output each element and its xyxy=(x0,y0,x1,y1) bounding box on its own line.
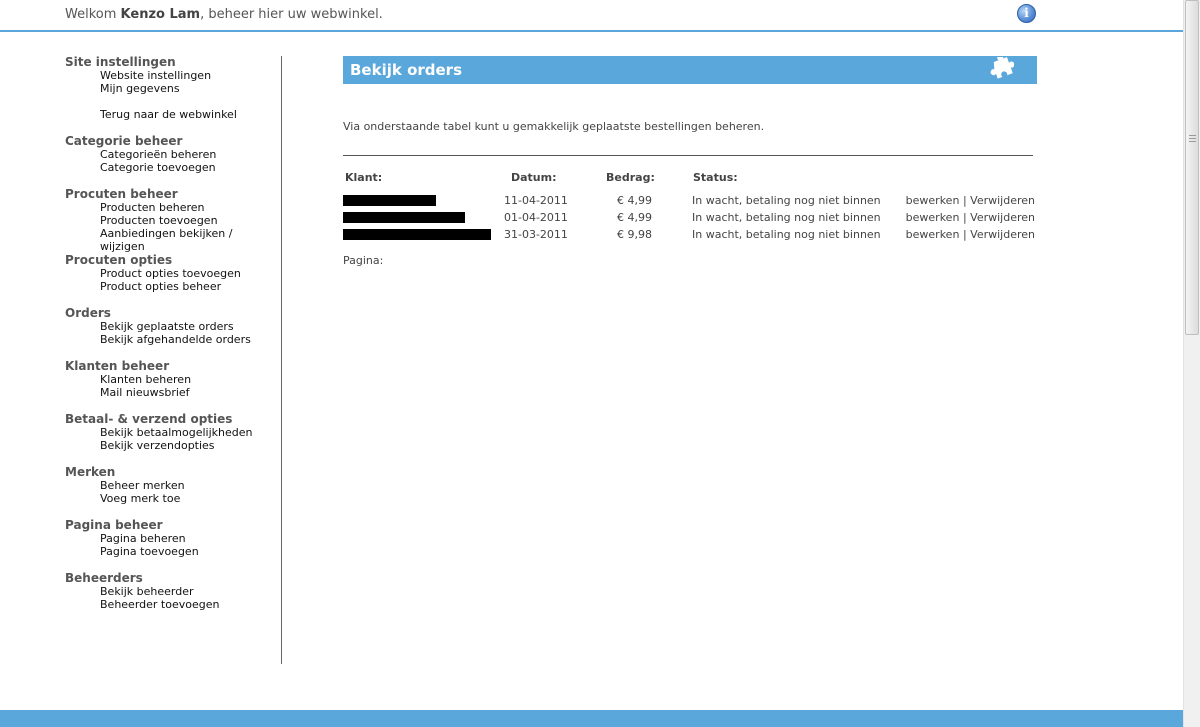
sidebar-item-manage-products[interactable]: Producten beheren xyxy=(65,201,280,214)
column-header-amount: Bedrag: xyxy=(606,171,655,184)
redacted-client-name xyxy=(343,195,436,206)
footer-bar xyxy=(0,710,1183,727)
scrollbar-grip-icon xyxy=(1189,135,1196,143)
sidebar-item-add-page[interactable]: Pagina toevoegen xyxy=(65,545,280,558)
edit-link[interactable]: bewerken xyxy=(906,228,960,241)
puzzle-icon xyxy=(990,57,1014,79)
column-header-client: Klant: xyxy=(345,171,383,184)
sidebar-nav: Site instellingen Website instellingen M… xyxy=(65,56,280,625)
sidebar-item-add-category[interactable]: Categorie toevoegen xyxy=(65,161,280,174)
sidebar-item-manage-product-options[interactable]: Product opties beheer xyxy=(65,280,280,293)
sidebar-section-pages: Pagina beheer Pagina beheren Pagina toev… xyxy=(65,518,280,559)
sidebar-item-view-admins[interactable]: Bekijk beheerder xyxy=(65,585,280,598)
table-row: 11-04-2011 € 4,99 In wacht, betaling nog… xyxy=(343,193,1037,209)
sidebar-section-brands: Merken Beheer merken Voeg merk toe xyxy=(65,465,280,506)
sidebar-item-shipping-options[interactable]: Bekijk verzendopties xyxy=(65,439,280,452)
sidebar-item-add-admin[interactable]: Beheerder toevoegen xyxy=(65,598,280,611)
order-date: 31-03-2011 xyxy=(504,228,568,241)
admin-page: Welkom Kenzo Lam, beheer hier uw webwink… xyxy=(0,0,1200,727)
sidebar-heading: Betaal- & verzend opties xyxy=(65,412,233,426)
sidebar-item-back-to-shop[interactable]: Terug naar de webwinkel xyxy=(65,108,280,121)
order-status: In wacht, betaling nog niet binnen xyxy=(692,194,881,207)
welcome-prefix: Welkom xyxy=(65,7,117,22)
table-divider xyxy=(343,155,1033,156)
table-row: 01-04-2011 € 4,99 In wacht, betaling nog… xyxy=(343,210,1037,226)
intro-text: Via onderstaande tabel kunt u gemakkelij… xyxy=(343,120,765,133)
sidebar-item-add-products[interactable]: Producten toevoegen xyxy=(65,214,280,227)
order-amount: € 4,99 xyxy=(617,194,652,207)
sidebar-heading: Orders xyxy=(65,306,111,320)
sidebar-section-product-options: Procuten opties Product opties toevoegen… xyxy=(65,253,280,294)
order-date: 01-04-2011 xyxy=(504,211,568,224)
column-header-status: Status: xyxy=(693,171,738,184)
order-status: In wacht, betaling nog niet binnen xyxy=(692,211,881,224)
sidebar-item-my-details[interactable]: Mijn gegevens xyxy=(65,82,280,95)
scrollbar-thumb[interactable] xyxy=(1185,0,1199,335)
action-separator: | xyxy=(962,194,967,207)
order-date: 11-04-2011 xyxy=(504,194,568,207)
pagination-label: Pagina: xyxy=(343,254,384,267)
row-actions: bewerken | Verwijderen xyxy=(906,193,1035,209)
sidebar-section-payment-shipping: Betaal- & verzend opties Bekijk betaalmo… xyxy=(65,412,280,453)
sidebar-item-offers[interactable]: Aanbiedingen bekijken / wijzigen xyxy=(65,227,280,253)
sidebar-section-admins: Beheerders Bekijk beheerder Beheerder to… xyxy=(65,571,280,612)
sidebar-item-manage-brands[interactable]: Beheer merken xyxy=(65,479,280,492)
sidebar-heading: Merken xyxy=(65,465,116,479)
delete-link[interactable]: Verwijderen xyxy=(970,211,1035,224)
sidebar-heading: Procuten opties xyxy=(65,253,173,267)
sidebar-item-payment-options[interactable]: Bekijk betaalmogelijkheden xyxy=(65,426,280,439)
sidebar-heading: Procuten beheer xyxy=(65,187,178,201)
order-amount: € 4,99 xyxy=(617,211,652,224)
delete-link[interactable]: Verwijderen xyxy=(970,228,1035,241)
vertical-scrollbar[interactable] xyxy=(1183,0,1200,727)
column-header-date: Datum: xyxy=(511,171,557,184)
action-separator: | xyxy=(962,228,967,241)
table-row: 31-03-2011 € 9,98 In wacht, betaling nog… xyxy=(343,227,1037,243)
delete-link[interactable]: Verwijderen xyxy=(970,194,1035,207)
panel-header: Bekijk orders xyxy=(343,56,1037,84)
redacted-client-name xyxy=(343,229,491,240)
sidebar-section-products: Procuten beheer Producten beheren Produc… xyxy=(65,187,280,254)
sidebar-item-completed-orders[interactable]: Bekijk afgehandelde orders xyxy=(65,333,280,346)
main-content: Bekijk orders Via onderstaande tabel kun… xyxy=(343,56,1037,267)
sidebar-section-categories: Categorie beheer Categorieën beheren Cat… xyxy=(65,134,280,175)
sidebar-item-website-settings[interactable]: Website instellingen xyxy=(65,69,280,82)
sidebar-heading: Categorie beheer xyxy=(65,134,183,148)
sidebar-heading: Pagina beheer xyxy=(65,518,163,532)
sidebar-item-placed-orders[interactable]: Bekijk geplaatste orders xyxy=(65,320,280,333)
order-amount: € 9,98 xyxy=(617,228,652,241)
user-name: Kenzo Lam xyxy=(120,7,201,22)
sidebar-item-manage-categories[interactable]: Categorieën beheren xyxy=(65,148,280,161)
sidebar-item-manage-pages[interactable]: Pagina beheren xyxy=(65,532,280,545)
sidebar-section-site-settings: Site instellingen Website instellingen M… xyxy=(65,55,280,122)
sidebar-heading: Site instellingen xyxy=(65,55,176,69)
sidebar-item-add-brand[interactable]: Voeg merk toe xyxy=(65,492,280,505)
sidebar-item-add-product-options[interactable]: Product opties toevoegen xyxy=(65,267,280,280)
row-actions: bewerken | Verwijderen xyxy=(906,210,1035,226)
row-actions: bewerken | Verwijderen xyxy=(906,227,1035,243)
sidebar-heading: Klanten beheer xyxy=(65,359,170,373)
welcome-message: Welkom Kenzo Lam, beheer hier uw webwink… xyxy=(65,7,383,22)
top-bar: Welkom Kenzo Lam, beheer hier uw webwink… xyxy=(0,0,1183,32)
order-status: In wacht, betaling nog niet binnen xyxy=(692,228,881,241)
sidebar-heading: Beheerders xyxy=(65,571,143,585)
edit-link[interactable]: bewerken xyxy=(906,194,960,207)
sidebar-item-newsletter[interactable]: Mail nieuwsbrief xyxy=(65,386,280,399)
sidebar-divider xyxy=(281,56,282,664)
welcome-suffix: , beheer hier uw webwinkel. xyxy=(200,7,383,22)
sidebar-item-manage-customers[interactable]: Klanten beheren xyxy=(65,373,280,386)
sidebar-section-customers: Klanten beheer Klanten beheren Mail nieu… xyxy=(65,359,280,400)
sidebar-section-orders: Orders Bekijk geplaatste orders Bekijk a… xyxy=(65,306,280,347)
edit-link[interactable]: bewerken xyxy=(906,211,960,224)
redacted-client-name xyxy=(343,212,465,223)
info-icon[interactable]: i xyxy=(1017,4,1036,23)
page-title: Bekijk orders xyxy=(350,61,463,79)
action-separator: | xyxy=(962,211,967,224)
